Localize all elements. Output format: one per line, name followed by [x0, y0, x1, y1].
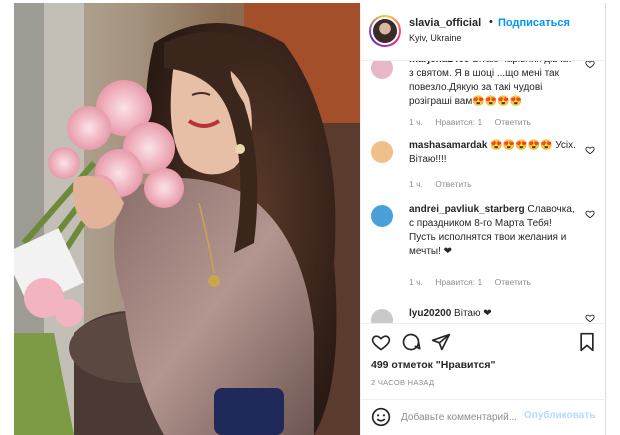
comment-body: Вітаю ❤: [454, 308, 492, 319]
author-username[interactable]: slavia_official: [409, 17, 481, 29]
comment-likes[interactable]: Нравится: 1: [435, 117, 482, 127]
commenter-avatar[interactable]: [371, 309, 393, 323]
comment-reply-button[interactable]: Ответить: [495, 277, 531, 287]
author-avatar: [371, 17, 399, 45]
author-avatar-ring[interactable]: [369, 15, 401, 47]
separator-dot: •: [489, 16, 493, 28]
comments-list[interactable]: marjena1409 Вітаю чарівних дівчат з свят…: [361, 61, 607, 323]
comment-reply-button[interactable]: Ответить: [495, 117, 531, 127]
comment-text: lyu20200 Вітаю ❤: [409, 307, 579, 321]
post-side-panel: slavia_official • Подписаться Kyiv, Ukra…: [360, 3, 607, 435]
comment-like-heart-icon[interactable]: [585, 145, 595, 155]
comment-icon[interactable]: [401, 332, 421, 352]
share-icon[interactable]: [431, 332, 451, 352]
comment-username[interactable]: marjena1409: [409, 61, 470, 65]
comment-likes[interactable]: Нравится: 1: [435, 277, 482, 287]
comment-like-heart-icon[interactable]: [585, 61, 595, 69]
comment-body: Вітаю чарівних дівчат з святом. Я в шоці…: [409, 61, 572, 107]
post-actions: 499 отметок "Нравится" 2 ЧАСОВ НАЗАД: [361, 323, 607, 399]
instagram-post-modal: slavia_official • Подписаться Kyiv, Ukra…: [0, 0, 620, 435]
post-location[interactable]: Kyiv, Ukraine: [409, 33, 461, 43]
heart-icon[interactable]: [371, 332, 391, 352]
post-time-ago[interactable]: 2 ЧАСОВ НАЗАД: [371, 378, 434, 387]
comment-meta: 1 ч. Ответить: [409, 179, 482, 189]
comment-input[interactable]: [401, 409, 521, 425]
bookmark-icon[interactable]: [577, 332, 597, 352]
comment-username[interactable]: lyu20200: [409, 308, 451, 319]
comment-meta: 1 ч. Нравится: 1 Ответить: [409, 277, 541, 287]
smile-icon[interactable]: [371, 407, 391, 427]
post-header: slavia_official • Подписаться Kyiv, Ukra…: [361, 3, 607, 61]
post-photo[interactable]: [14, 3, 360, 435]
comment-text: marjena1409 Вітаю чарівних дівчат з свят…: [409, 61, 579, 109]
comment-time[interactable]: 1 ч.: [409, 277, 423, 287]
comment-time[interactable]: 1 ч.: [409, 117, 423, 127]
comment-like-heart-icon[interactable]: [585, 313, 595, 323]
comment-username[interactable]: andrei_pavliuk_starberg: [409, 204, 525, 215]
likes-count[interactable]: 499 отметок "Нравится": [371, 359, 495, 371]
publish-button[interactable]: Опубликовать: [524, 410, 595, 421]
post-image: [14, 3, 360, 435]
comment-like-heart-icon[interactable]: [585, 209, 595, 219]
commenter-avatar[interactable]: [371, 205, 393, 227]
comment-reply-button[interactable]: Ответить: [435, 179, 471, 189]
add-comment-bar: Опубликовать: [361, 399, 607, 435]
comment-meta: 1 ч. Нравится: 1 Ответить: [409, 117, 541, 127]
commenter-avatar[interactable]: [371, 61, 393, 79]
commenter-avatar[interactable]: [371, 141, 393, 163]
follow-button[interactable]: Подписаться: [498, 17, 570, 29]
comment-text: andrei_pavliuk_starberg Славочка, с праз…: [409, 203, 579, 259]
comment-time[interactable]: 1 ч.: [409, 179, 423, 189]
comment-username[interactable]: mashasamardak: [409, 140, 487, 151]
comment-text: mashasamardak 😍😍😍😍😍 Усіх. Вітаю!!!!: [409, 139, 579, 167]
